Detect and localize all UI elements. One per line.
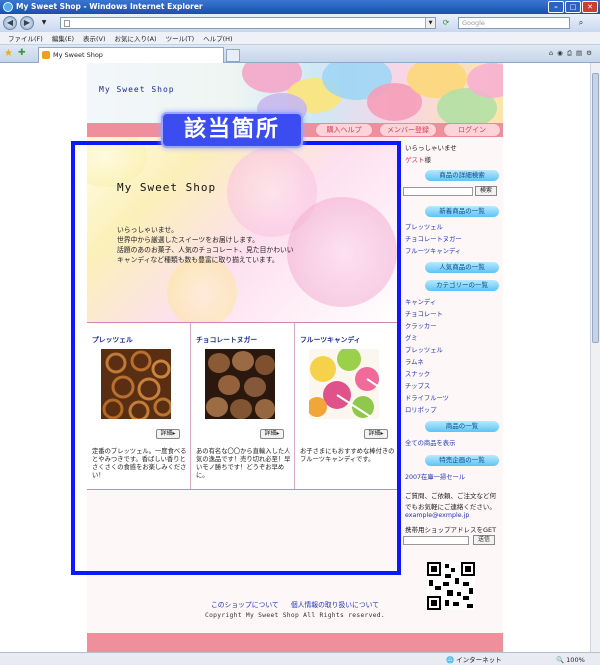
- send-button[interactable]: 送信: [473, 535, 495, 545]
- guest-suffix: 様: [424, 156, 432, 164]
- category-link[interactable]: プレッツェル: [405, 345, 443, 354]
- popular-items-header[interactable]: 人気商品の一覧: [425, 262, 499, 273]
- copyright: Copyright My Sweet Shop All Rights reser…: [204, 612, 385, 619]
- print-icon[interactable]: ⎙: [567, 49, 572, 58]
- address-bar[interactable]: ▼: [60, 17, 436, 29]
- category-header[interactable]: カテゴリーの一覧: [425, 280, 499, 291]
- navigation-bar: ◀ ▶ ▼ ▼ ⟳ Google ⌕: [0, 14, 600, 32]
- special-header[interactable]: 特売企画の一覧: [425, 455, 499, 466]
- tools-menu-icon[interactable]: ⚙: [586, 49, 592, 58]
- search-input[interactable]: Google: [458, 17, 570, 29]
- site-logo[interactable]: My Sweet Shop: [99, 85, 175, 94]
- tab-bar: ★ ✚ My Sweet Shop ⌂ ◉ ⎙ ▤ ⚙: [0, 45, 600, 63]
- menu-file[interactable]: ファイル(F): [8, 33, 43, 43]
- new-item-link[interactable]: プレッツェル: [405, 222, 443, 231]
- page-menu-icon[interactable]: ▤: [576, 49, 582, 58]
- search-icon[interactable]: ⌕: [574, 17, 588, 29]
- footer-bar: [87, 633, 503, 652]
- site-footer: このショップについて 個人情報の取り扱いについて Copyright My Sw…: [87, 599, 503, 619]
- menu-tools[interactable]: ツール(T): [166, 33, 195, 43]
- contact-text: でもお気軽にご連絡ください。: [405, 503, 496, 511]
- page-icon: [64, 20, 70, 27]
- sidebar-search-button[interactable]: 検索: [475, 186, 497, 196]
- address-dropdown-icon[interactable]: ▼: [425, 18, 435, 28]
- login-button[interactable]: ログイン: [443, 123, 501, 137]
- menu-edit[interactable]: 編集(E): [52, 33, 74, 43]
- highlight-frame: [71, 141, 401, 575]
- privacy-link[interactable]: 個人情報の取り扱いについて: [291, 601, 379, 609]
- all-products-link[interactable]: 全ての商品を表示: [405, 438, 455, 447]
- category-link[interactable]: チップス: [405, 381, 430, 390]
- minimize-button[interactable]: –: [548, 1, 564, 13]
- favorites-star-icon[interactable]: ★: [4, 48, 13, 59]
- new-item-link[interactable]: フルーツキャンディ: [405, 246, 461, 255]
- category-link[interactable]: ラムネ: [405, 357, 424, 366]
- close-button[interactable]: ✕: [582, 1, 598, 13]
- feeds-icon[interactable]: ◉: [557, 49, 563, 58]
- menu-help[interactable]: ヘルプ(H): [203, 33, 232, 43]
- stop-icon[interactable]: [446, 17, 458, 29]
- category-link[interactable]: グミ: [405, 333, 418, 342]
- status-bar: 🌐 インターネット 🔍 100%: [0, 652, 600, 665]
- detail-search-header[interactable]: 商品の詳細検索: [425, 170, 499, 181]
- product-list-header[interactable]: 商品の一覧: [425, 421, 499, 432]
- about-shop-link[interactable]: このショップについて: [211, 601, 279, 609]
- history-dropdown-icon[interactable]: ▼: [38, 17, 50, 29]
- highlight-label: 該当箇所: [161, 112, 303, 148]
- sidebar-search-input[interactable]: [403, 187, 473, 196]
- tab-label: My Sweet Shop: [53, 51, 103, 59]
- maximize-button[interactable]: □: [565, 1, 581, 13]
- contact-text: ご質問、ご依頼、ご注文など何: [405, 492, 496, 500]
- greeting: いらっしゃいませ: [405, 144, 457, 152]
- category-link[interactable]: クラッカー: [405, 321, 436, 330]
- guest-line: ゲスト様: [405, 154, 431, 164]
- email-link[interactable]: example@exmple.jp: [405, 512, 469, 519]
- add-favorite-icon[interactable]: ✚: [18, 48, 26, 58]
- zoom-level[interactable]: 🔍 100%: [556, 654, 585, 665]
- new-item-link[interactable]: チョコレートヌガー: [405, 234, 462, 243]
- site-favicon-icon: [42, 51, 50, 59]
- menu-view[interactable]: 表示(V): [83, 33, 106, 43]
- ie-logo-icon: [3, 2, 13, 12]
- menu-favorites[interactable]: お気に入り(A): [115, 33, 157, 43]
- forward-icon[interactable]: ▶: [20, 16, 34, 30]
- category-link[interactable]: ドライフルーツ: [405, 393, 449, 402]
- purchase-help-button[interactable]: 購入ヘルプ: [315, 123, 373, 137]
- new-tab-button[interactable]: [226, 49, 240, 62]
- window-title: My Sweet Shop - Windows Internet Explore…: [16, 2, 203, 11]
- mobile-address-label: 携帯用ショップアドレスをGET: [405, 526, 497, 534]
- special-link[interactable]: 2007在庫一掃セール: [405, 472, 465, 481]
- mobile-email-input[interactable]: [403, 536, 469, 545]
- sidebar: いらっしゃいませ ゲスト様 商品の詳細検索 検索 新着商品の一覧 プレッツェル …: [399, 137, 503, 627]
- member-register-button[interactable]: メンバー登録: [379, 123, 437, 137]
- security-zone: 🌐 インターネット: [446, 656, 502, 664]
- window-title-bar: My Sweet Shop - Windows Internet Explore…: [0, 0, 600, 14]
- scrollbar-thumb[interactable]: [592, 73, 599, 343]
- category-link[interactable]: ロリポップ: [405, 405, 436, 414]
- category-link[interactable]: スナック: [405, 369, 430, 378]
- zoom-value: 100%: [566, 656, 585, 664]
- vertical-scrollbar[interactable]: [590, 63, 600, 652]
- category-link[interactable]: キャンディ: [405, 297, 436, 306]
- category-link[interactable]: チョコレート: [405, 309, 443, 318]
- home-icon[interactable]: ⌂: [549, 49, 553, 58]
- zone-label: インターネット: [456, 656, 502, 664]
- new-items-header[interactable]: 新着商品の一覧: [425, 206, 499, 217]
- tab-my-sweet-shop[interactable]: My Sweet Shop: [38, 47, 224, 63]
- back-icon[interactable]: ◀: [3, 16, 17, 30]
- menu-bar: ファイル(F) 編集(E) 表示(V) お気に入り(A) ツール(T) ヘルプ(…: [0, 32, 600, 45]
- guest-name: ゲスト: [405, 156, 425, 164]
